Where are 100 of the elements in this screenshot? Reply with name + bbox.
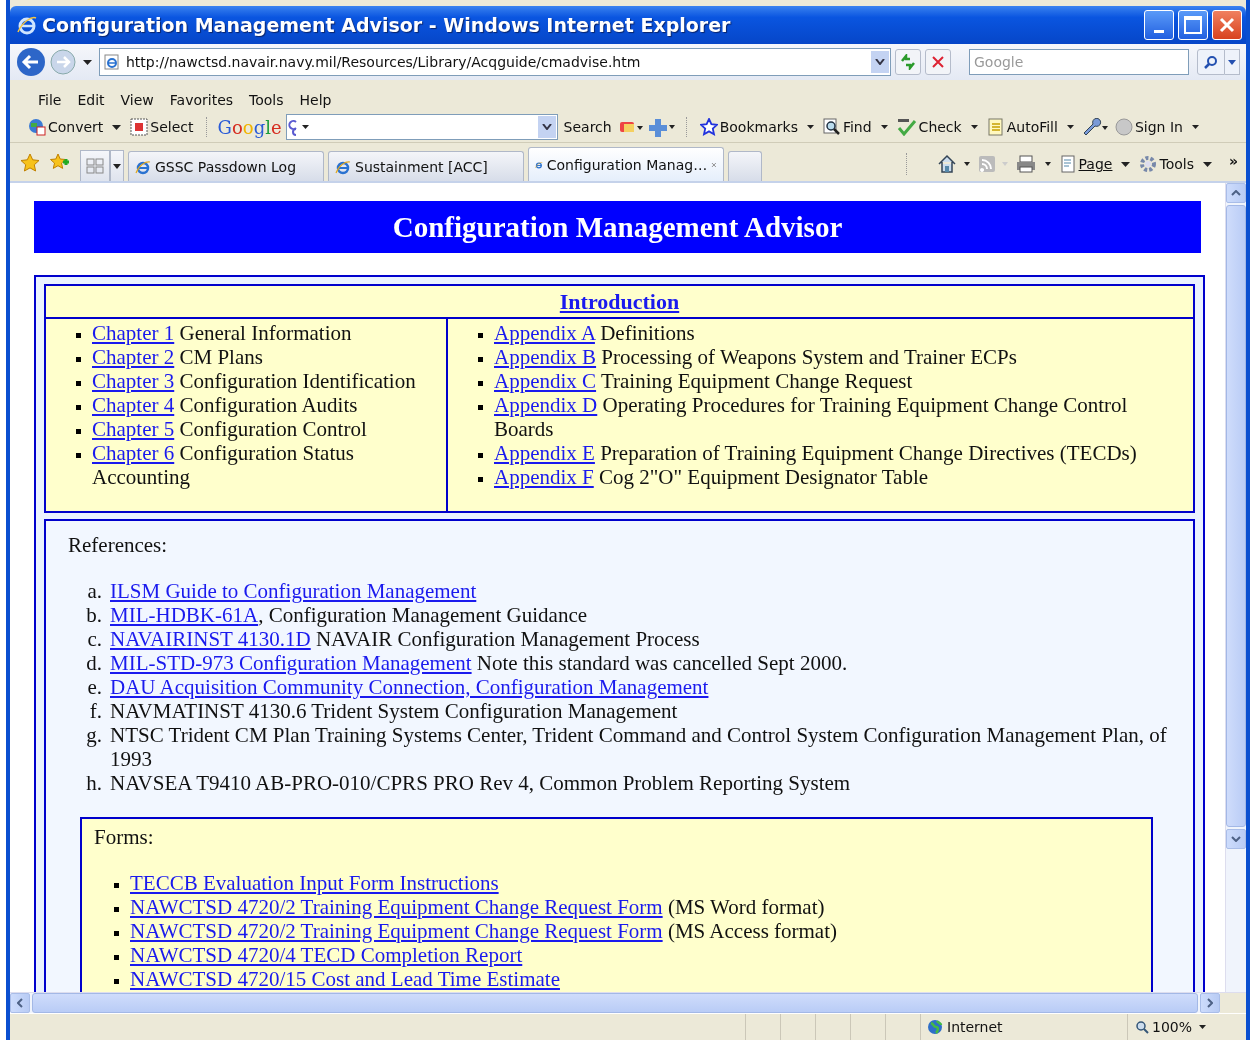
caret-icon[interactable] xyxy=(1121,161,1131,167)
chapter-link[interactable]: Chapter 1 xyxy=(92,321,175,345)
search-button[interactable]: Search xyxy=(561,117,614,137)
grid-icon xyxy=(86,158,104,174)
zoom-button[interactable]: 100% xyxy=(1136,1019,1193,1035)
toolbar-button[interactable]: Sign In xyxy=(1112,116,1185,138)
bullet-icon xyxy=(114,931,119,936)
circle-icon xyxy=(1114,118,1133,136)
caret-icon[interactable] xyxy=(1202,161,1212,167)
refresh-button[interactable] xyxy=(895,49,921,75)
toolbar-button[interactable]: AutoFill xyxy=(984,116,1060,138)
list-marker: a. xyxy=(86,579,103,603)
appendix-link[interactable]: Appendix B xyxy=(494,345,597,369)
toolbar-button[interactable]: Find xyxy=(820,116,874,138)
dropdown-button[interactable] xyxy=(871,51,889,73)
chapter-item: Chapter 1 General Information xyxy=(92,321,352,345)
bullet-icon xyxy=(114,955,119,960)
introduction-link[interactable]: Introduction xyxy=(559,289,680,314)
back-button[interactable] xyxy=(16,47,46,77)
appendix-link[interactable]: Appendix F xyxy=(494,465,594,489)
scroll-up-button[interactable] xyxy=(1226,183,1246,203)
form-link[interactable]: NAWCTSD 4720/2 Training Equipment Change Request Form xyxy=(130,895,663,919)
bullet-icon xyxy=(114,907,119,912)
magnifier-icon xyxy=(1136,1020,1149,1034)
caret-icon[interactable] xyxy=(1066,125,1074,129)
chapter-item: Chapter 2 CM Plans xyxy=(92,345,263,369)
scroll-right-button[interactable] xyxy=(1200,993,1220,1013)
reference-link[interactable]: MIL-HDBK-61A xyxy=(110,603,259,627)
form-item: NAWCTSD 4720/2 Training Equipment Change Request Form (MS Word format) xyxy=(130,895,825,919)
reference-link[interactable]: MIL-STD-973 Configuration Management xyxy=(110,651,472,675)
chapter-link[interactable]: Chapter 4 xyxy=(92,393,175,417)
home-icon[interactable] xyxy=(936,154,973,174)
bullet-icon xyxy=(478,453,483,458)
reference-item: MIL-STD-973 Configuration Management Note this standard was cancelled Sept 2000. xyxy=(110,651,848,675)
toolbar-button[interactable]: Select xyxy=(128,116,196,138)
appendix-link[interactable]: Appendix A xyxy=(494,321,595,345)
caret-icon[interactable] xyxy=(806,125,814,129)
search-button[interactable] xyxy=(1197,49,1225,75)
form-link[interactable]: NAWCTSD 4720/2 Training Equipment Change Request Form xyxy=(130,919,663,943)
scroll-down-button[interactable] xyxy=(1226,829,1246,849)
more-button[interactable]: » xyxy=(1228,153,1238,169)
stop-button[interactable] xyxy=(925,49,951,75)
plus-icon[interactable] xyxy=(647,117,676,137)
appendix-item: Appendix A Definitions xyxy=(494,321,695,345)
chapter-link[interactable]: Chapter 3 xyxy=(92,369,175,393)
address-field[interactable]: http://nawctsd.navair.navy.mil/Resources/Library/Acqguide/cmadvise.htm xyxy=(99,48,891,76)
reference-link[interactable]: DAU Acquisition Community Connection, Configuration Management xyxy=(110,675,709,699)
browser-tab[interactable]: GSSC Passdown Log xyxy=(128,151,324,181)
toolbar-button[interactable]: Convert xyxy=(26,116,106,138)
tools-menu-button[interactable]: Tools xyxy=(1137,153,1196,175)
globe-icon xyxy=(927,1019,943,1035)
minimize-button[interactable] xyxy=(1144,10,1174,40)
appendix-item: Appendix D Operating Procedures for Training Equipment Change Control Boards xyxy=(494,393,1129,441)
window-title: Configuration Management Advisor - Windows Internet Explorer xyxy=(42,14,732,36)
menu-item[interactable]: Edit xyxy=(71,90,111,110)
menu-item[interactable]: Tools xyxy=(243,90,290,110)
caret-icon[interactable] xyxy=(1199,1025,1207,1029)
scroll-thumb[interactable] xyxy=(1226,205,1246,827)
form-link[interactable]: NAWCTSD 4720/4 TECD Completion Report xyxy=(130,943,523,967)
form-link[interactable]: NAWCTSD 4720/15 Cost and Lead Time Estimate xyxy=(130,967,560,991)
toolbar-search-field[interactable] xyxy=(285,114,558,140)
caret-icon[interactable] xyxy=(1191,125,1199,129)
menu-item[interactable]: View xyxy=(114,90,160,110)
chapter-link[interactable]: Chapter 2 xyxy=(92,345,175,369)
browser-icon xyxy=(335,158,351,175)
reference-link[interactable]: NAVAIRINST 4130.1D xyxy=(110,627,311,651)
caret-icon[interactable] xyxy=(112,124,122,130)
reference-link[interactable]: ILSM Guide to Configuration Management xyxy=(110,579,477,603)
browser-tab[interactable]: Sustainment [ACC] xyxy=(328,151,524,181)
search-field[interactable]: Google xyxy=(969,49,1189,75)
dropdown-button[interactable] xyxy=(537,116,556,138)
vertical-scrollbar[interactable] xyxy=(1225,183,1246,992)
appendix-link[interactable]: Appendix E xyxy=(494,441,595,465)
scroll-left-button[interactable] xyxy=(10,993,30,1013)
maximize-button[interactable] xyxy=(1178,10,1208,40)
chapter-link[interactable]: Chapter 6 xyxy=(92,441,175,465)
menu-item[interactable]: File xyxy=(32,90,68,110)
spellcheck-icon xyxy=(896,118,917,136)
tab-list-button[interactable] xyxy=(110,150,124,181)
toolbar-button[interactable]: Check xyxy=(894,116,964,138)
search-options-button[interactable] xyxy=(1225,49,1240,75)
caret-icon[interactable] xyxy=(83,59,92,65)
appendix-item: Appendix B Processing of Weapons System and Trainer ECPs xyxy=(494,345,1017,369)
bullet-icon xyxy=(478,381,483,386)
list-marker: c. xyxy=(86,627,103,651)
chapter-item: Chapter 3 Configuration Identification xyxy=(92,369,416,393)
form-link[interactable]: TECCB Evaluation Input Form Instructions xyxy=(130,871,499,895)
menu-item[interactable]: Favorites xyxy=(163,90,240,110)
appendix-link[interactable]: Appendix C xyxy=(494,369,597,393)
toolbar-button[interactable]: Bookmarks xyxy=(697,116,800,138)
browser-tab[interactable]: Configuration Manag… xyxy=(528,147,724,181)
chapter-link[interactable]: Chapter 5 xyxy=(92,417,175,441)
menu-item[interactable]: Help xyxy=(293,90,338,110)
caret-icon[interactable] xyxy=(970,125,978,129)
bullet-icon xyxy=(114,979,119,984)
close-button[interactable] xyxy=(1212,10,1242,40)
page-menu-button[interactable]: Page xyxy=(1058,153,1115,175)
caret-icon[interactable] xyxy=(880,125,888,129)
favorites-star-icon[interactable] xyxy=(20,153,40,173)
appendix-link[interactable]: Appendix D xyxy=(494,393,598,417)
